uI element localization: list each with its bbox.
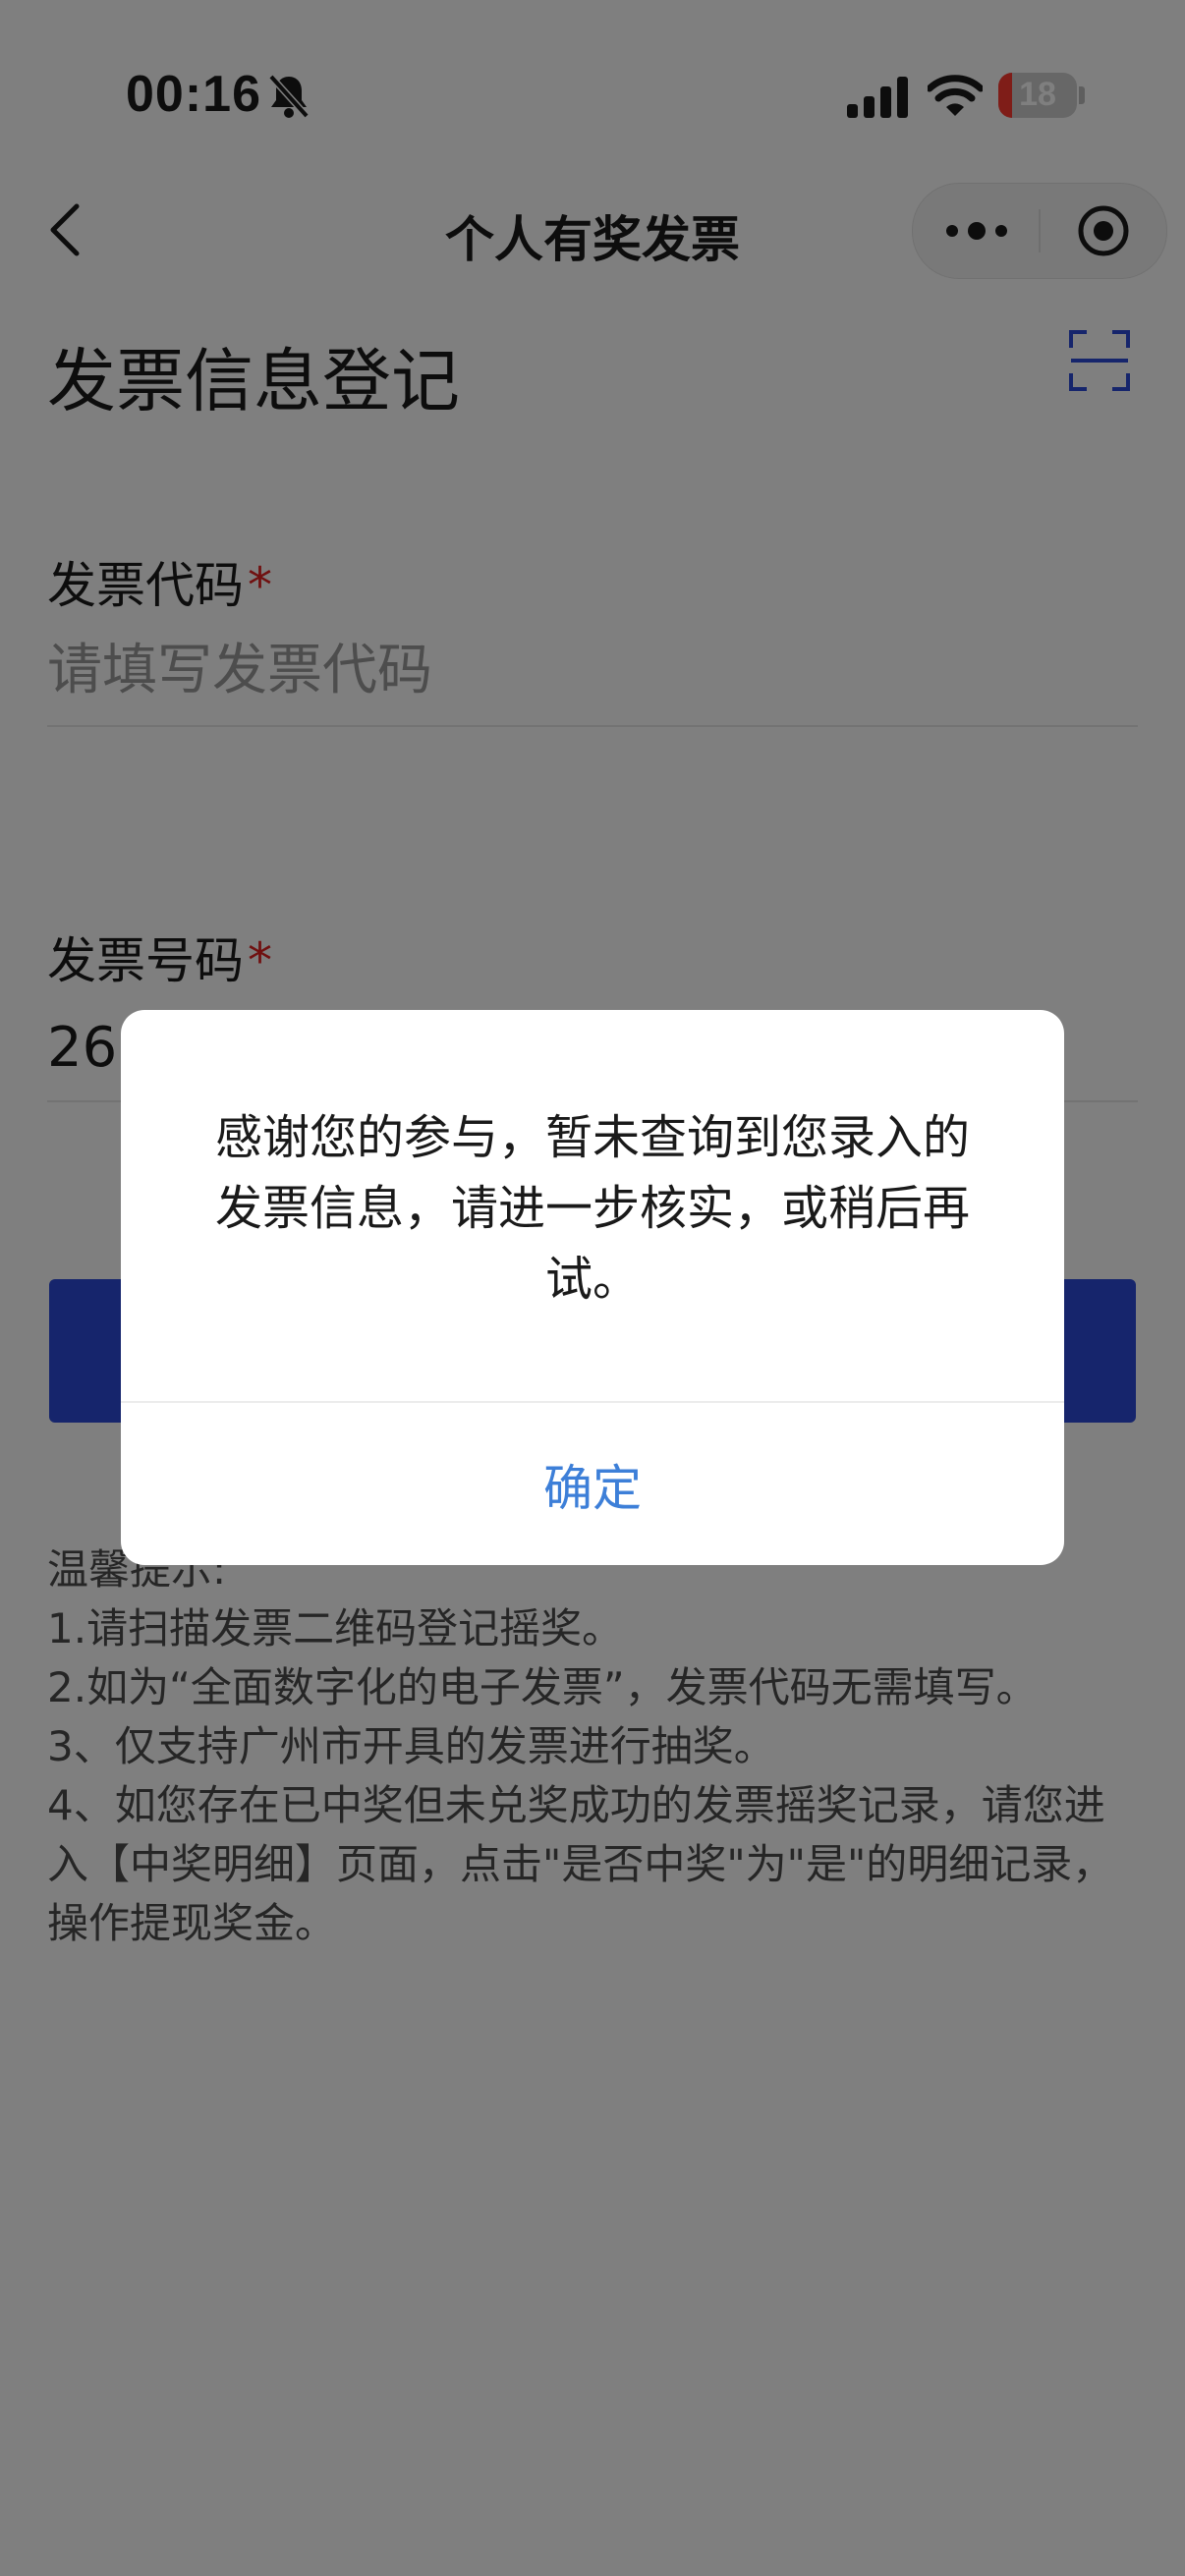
- alert-dialog: 感谢您的参与，暂未查询到您录入的发票信息，请进一步核实，或稍后再试。 确定: [121, 1010, 1064, 1565]
- dialog-message: 感谢您的参与，暂未查询到您录入的发票信息，请进一步核实，或稍后再试。: [214, 1110, 970, 1307]
- confirm-button[interactable]: 确定: [121, 1403, 1064, 1565]
